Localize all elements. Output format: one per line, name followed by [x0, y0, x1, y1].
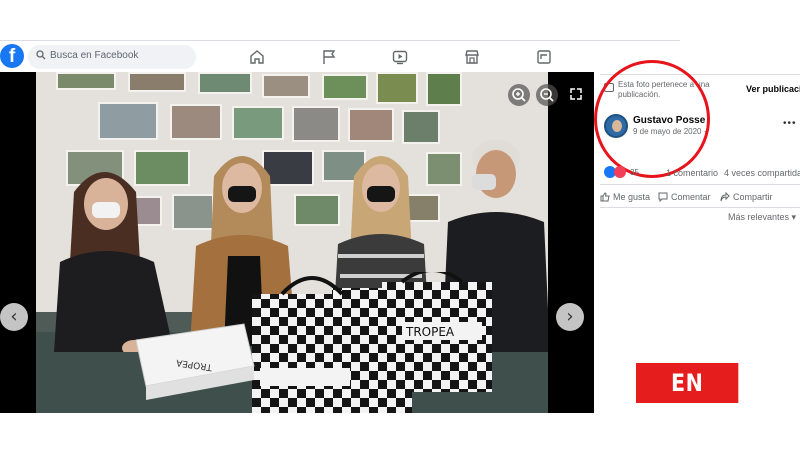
search-input[interactable]: Busca en Facebook	[28, 45, 196, 69]
more-options-icon[interactable]: •••	[783, 118, 797, 129]
wall-photo	[426, 72, 462, 106]
wall-photo	[198, 72, 252, 94]
shopping-bags: TROPEA	[252, 272, 492, 413]
thumbs-up-icon	[600, 192, 610, 202]
reaction-count: 35	[630, 168, 639, 177]
comment-label: Comentar	[671, 192, 711, 202]
share-label: Compartir	[733, 192, 773, 202]
highlight-circle	[594, 60, 710, 178]
marketplace-icon[interactable]	[463, 48, 481, 66]
share-icon	[720, 191, 730, 202]
wall-photo	[128, 72, 186, 92]
wall-photo	[98, 102, 158, 140]
photo-viewer[interactable]: TROPEA TROPEA ‹ ›	[0, 72, 594, 413]
comment-count[interactable]: 1 comentario	[666, 168, 718, 178]
zoom-out-icon	[540, 88, 554, 102]
post-photo: TROPEA TROPEA	[36, 72, 548, 413]
prev-photo-button[interactable]: ‹	[0, 303, 28, 331]
bag-brand-label: TROPEA	[405, 325, 455, 339]
like-button[interactable]: Me gusta	[600, 192, 650, 202]
video-icon[interactable]	[391, 48, 409, 66]
wall-photo	[170, 104, 222, 140]
like-label: Me gusta	[613, 192, 651, 202]
share-button[interactable]: Compartir	[720, 191, 773, 202]
divider	[600, 184, 800, 185]
screen: f Busca en Facebook TROPEA TROPEA ‹ › Es…	[0, 0, 800, 450]
share-count[interactable]: 4 veces compartida	[724, 168, 800, 178]
wall-photo	[56, 72, 116, 90]
box: TROPEA	[135, 323, 255, 400]
comment-sort-dropdown[interactable]: Más relevantes ▾	[728, 212, 796, 223]
wall-photo	[262, 74, 310, 98]
search-placeholder: Busca en Facebook	[50, 50, 139, 61]
divider	[600, 207, 800, 208]
comment-icon	[658, 192, 668, 203]
wall-photo	[232, 106, 284, 140]
en-orsai-badge: EN ORSAI	[636, 363, 739, 437]
facebook-logo[interactable]: f	[0, 44, 24, 68]
zoom-out-button[interactable]	[536, 84, 558, 106]
flag-icon[interactable]	[320, 48, 338, 66]
love-reaction-icon	[614, 166, 626, 178]
top-divider	[0, 40, 680, 41]
zoom-in-icon	[512, 88, 526, 102]
next-photo-button[interactable]: ›	[556, 303, 584, 331]
search-icon	[36, 50, 46, 60]
groups-icon[interactable]	[535, 48, 553, 66]
fullscreen-icon[interactable]	[570, 88, 582, 100]
zoom-in-button[interactable]	[508, 84, 530, 106]
comment-button[interactable]: Comentar	[658, 192, 711, 203]
wall-photo	[322, 74, 368, 100]
wall-photo	[376, 72, 418, 104]
home-icon[interactable]	[248, 48, 266, 66]
view-post-link[interactable]: Ver publicación	[746, 84, 800, 94]
